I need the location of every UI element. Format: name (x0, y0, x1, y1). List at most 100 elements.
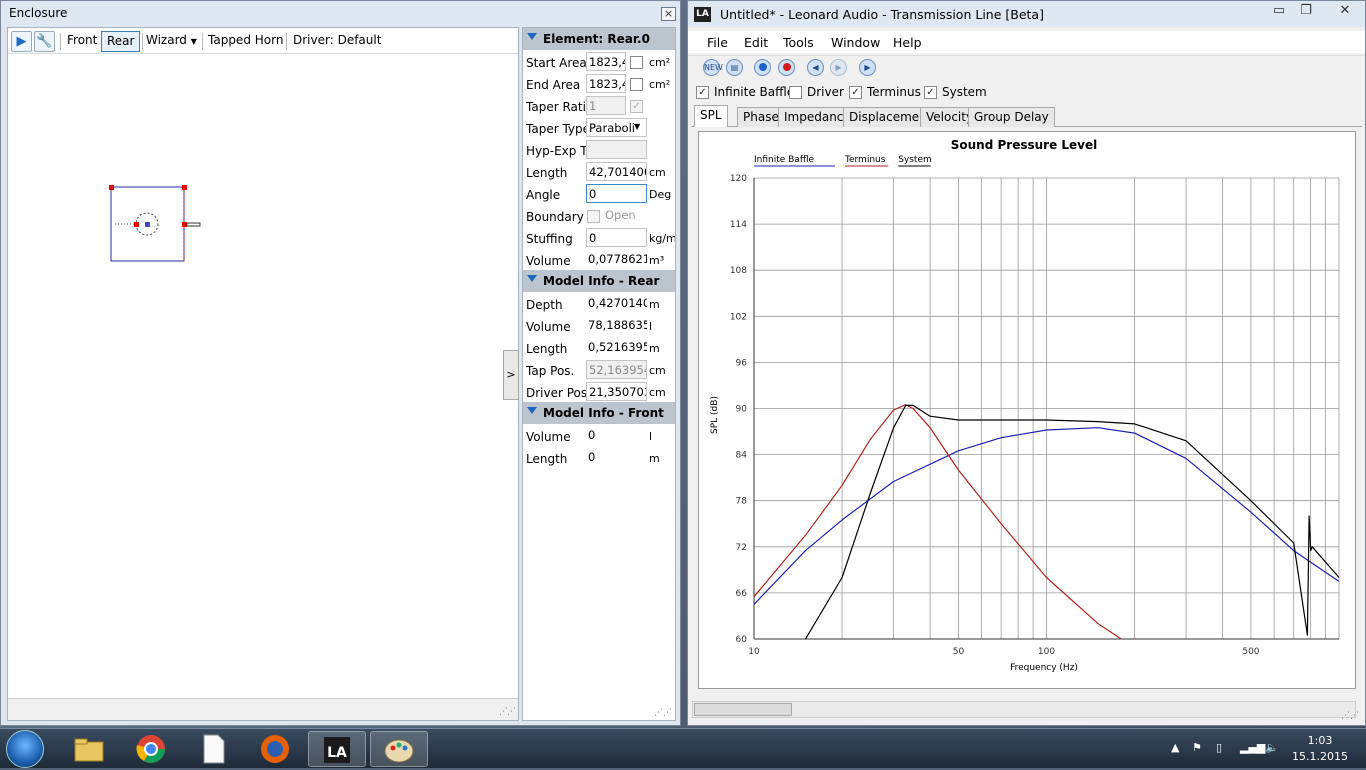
tapped-horn-button[interactable]: Tapped Horn (203, 31, 288, 52)
document-icon[interactable] (184, 731, 242, 767)
volume-icon[interactable]: 🔈 (1265, 741, 1279, 754)
menu-help[interactable]: Help (893, 35, 922, 50)
maximize-icon[interactable]: ❐ (1293, 3, 1319, 21)
horizontal-scrollbar[interactable] (692, 701, 1356, 718)
record-red-icon[interactable] (778, 59, 795, 76)
checkbox-icon[interactable] (587, 210, 600, 223)
driver-pos-input[interactable]: 21,3507033 (586, 382, 647, 401)
explorer-icon[interactable] (60, 731, 118, 767)
check-driver[interactable]: Driver (789, 85, 844, 99)
checkbox-icon[interactable]: ✓ (924, 86, 937, 99)
menu-file[interactable]: File (707, 35, 728, 50)
volume-value: 0,0778621 (588, 252, 647, 266)
hyp-exp-input[interactable] (586, 140, 647, 159)
open-icon[interactable]: ▤ (726, 59, 743, 76)
checkbox-icon[interactable]: ✓ (849, 86, 862, 99)
resize-grip-icon[interactable]: ⋰⋰ (1341, 711, 1359, 721)
step-back-icon[interactable]: ◀ (807, 59, 824, 76)
property-unit: cm² (649, 56, 671, 69)
taper-ratio-input[interactable]: 1 (586, 96, 626, 115)
stuffing-input[interactable]: 0 (586, 228, 647, 247)
property-label: Taper Ratio (526, 100, 594, 114)
end-area-input[interactable]: 1823,4 (586, 74, 626, 93)
record-blue-icon[interactable] (754, 59, 771, 76)
expand-triangle-icon (527, 275, 537, 282)
paint-icon[interactable] (370, 731, 428, 767)
check-infinite-baffle[interactable]: ✓ Infinite Baffle (696, 85, 794, 99)
play-icon[interactable]: ▶ (859, 59, 876, 76)
checkbox-icon[interactable] (630, 56, 643, 69)
resize-grip-icon[interactable]: ⋰⋰ (499, 707, 516, 717)
x-tick-label: 100 (1038, 647, 1055, 657)
checkbox-icon[interactable] (630, 78, 643, 91)
collapse-panel-button[interactable]: > (503, 350, 519, 400)
network-icon[interactable]: ▂▄▆ (1240, 741, 1265, 754)
handle-port[interactable] (182, 222, 187, 227)
checkbox-icon[interactable]: ✓ (630, 100, 643, 113)
tab-group-delay[interactable]: Group Delay (968, 107, 1055, 127)
property-unit: cm (649, 166, 666, 179)
handle-driver[interactable] (134, 222, 139, 227)
start-area-input[interactable]: 1823,4 (586, 52, 626, 71)
property-unit: cm (649, 386, 666, 399)
new-icon[interactable]: NEW (703, 59, 723, 76)
front-section-header[interactable]: Model Info - Front (523, 402, 675, 424)
angle-input[interactable]: 0 (586, 184, 647, 203)
wizard-button[interactable]: Wizard ▼ (141, 31, 202, 52)
handle-top-left[interactable] (109, 185, 114, 190)
rear-section-header[interactable]: Model Info - Rear (523, 270, 675, 292)
property-row: Volume 0 l (523, 425, 675, 447)
y-tick-label: 78 (736, 497, 748, 507)
series-line-system[interactable] (804, 404, 1340, 639)
play-icon[interactable]: ▶ (11, 31, 32, 52)
element-section-header[interactable]: Element: Rear.0 (523, 28, 675, 50)
la-titlebar[interactable]: LA Untitled* - Leonard Audio - Transmiss… (688, 1, 1365, 27)
y-tick-label: 114 (730, 220, 747, 230)
property-unit: l (649, 430, 653, 443)
tap-pos-input[interactable]: 52,1639540 (586, 360, 647, 379)
rear-button[interactable]: Rear (101, 31, 141, 52)
property-value: 0,42701406 (588, 296, 647, 310)
y-tick-label: 72 (736, 543, 747, 553)
driver-button[interactable]: Driver: Default (288, 31, 386, 52)
y-tick-label: 108 (730, 266, 747, 276)
menu-edit[interactable]: Edit (744, 35, 768, 50)
show-hidden-icons[interactable]: ▲ (1171, 741, 1179, 754)
minimize-icon[interactable]: ▭ (1266, 3, 1292, 21)
enclosure-titlebar[interactable]: Enclosure × (1, 1, 680, 27)
y-tick-label: 102 (730, 312, 747, 322)
front-button[interactable]: Front (62, 31, 102, 52)
tab-spl[interactable]: SPL (694, 105, 728, 127)
dropdown-arrow-icon[interactable]: ▼ (634, 122, 640, 131)
handle-top-right[interactable] (182, 185, 187, 190)
leonard-audio-taskbar-icon[interactable]: LA (308, 731, 366, 767)
properties-panel: Element: Rear.0 Start Area 1823,4 cm² End A… (522, 27, 676, 721)
property-label: Length (526, 342, 568, 356)
close-icon[interactable]: ✕ (1324, 3, 1366, 21)
step-forward-icon[interactable]: ▶ (830, 59, 847, 76)
menu-window[interactable]: Window (831, 35, 880, 50)
y-tick-label: 84 (736, 451, 748, 461)
legend-item: Infinite Baffle (754, 155, 815, 165)
wrench-icon[interactable]: 🔧 (34, 31, 55, 52)
checkbox-icon[interactable] (789, 86, 802, 99)
x-tick-label: 50 (953, 647, 965, 657)
series-line-terminus[interactable] (754, 404, 1122, 639)
scrollbar-thumb[interactable] (694, 703, 792, 716)
checkbox-icon[interactable]: ✓ (696, 86, 709, 99)
check-system[interactable]: ✓ System (924, 85, 987, 99)
resize-grip-icon[interactable]: ⋰⋰ (654, 708, 672, 718)
chrome-icon[interactable] (122, 731, 180, 767)
property-label: Angle (526, 188, 561, 202)
menu-tools[interactable]: Tools (783, 35, 814, 50)
start-button[interactable] (6, 730, 44, 768)
length-input[interactable]: 42,7014068 (586, 162, 647, 181)
firefox-icon[interactable] (246, 731, 304, 767)
close-icon[interactable]: × (661, 7, 676, 21)
clock[interactable]: 1:03 15.1.2015 (1290, 733, 1350, 765)
check-terminus[interactable]: ✓ Terminus (849, 85, 921, 99)
property-row: Taper Ratio 1 ✓ (523, 95, 675, 117)
property-unit: Deg (649, 188, 672, 201)
power-icon[interactable]: ▯ (1216, 741, 1222, 754)
flag-icon[interactable]: ⚑ (1192, 741, 1202, 754)
